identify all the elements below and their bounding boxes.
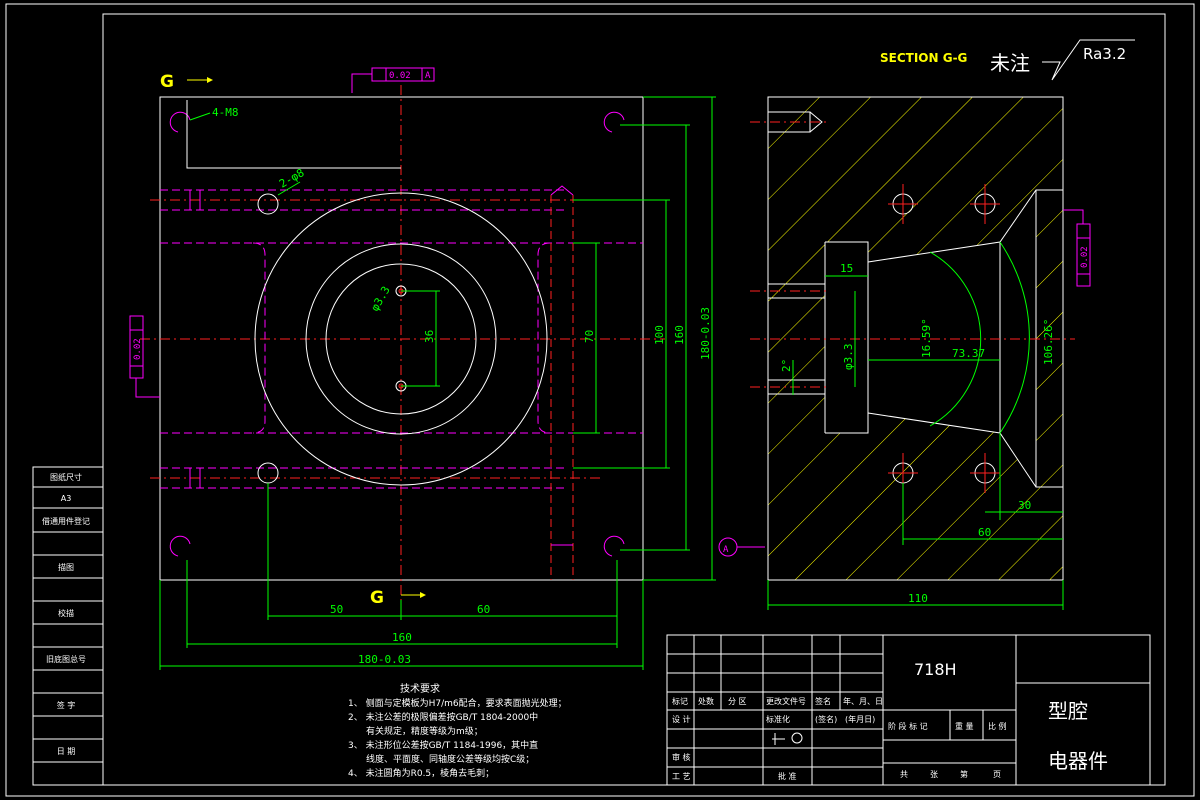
left-col-label-4: 校描 xyxy=(58,608,74,618)
dim-100: 100 xyxy=(653,325,666,345)
tech-req-line-4: 3、 未注形位公差按GB/T 1184-1996，其中直 xyxy=(348,739,538,751)
material-label: 718H xyxy=(914,660,957,679)
sheets-label-2: 第 xyxy=(960,769,968,779)
section-mark-top: G xyxy=(160,72,174,92)
front-dimensions: 36 φ3.3 70 100 160 180-0.03 50 60 160 18… xyxy=(159,96,716,670)
sheets-label-3: 页 xyxy=(993,770,1001,779)
tech-req-line-2: 2、 未注公差的极限偏差按GB/T 1804-2000中 xyxy=(348,711,538,723)
tech-req-line-6: 4、 未注圆角为R0.5，棱角去毛刺； xyxy=(348,767,494,779)
dim-36: 36 xyxy=(423,330,436,343)
dim-160-vertical: 160 xyxy=(673,325,686,345)
stage-col-2: 比 例 xyxy=(988,721,1007,731)
roughness-note-label: 未注 xyxy=(990,51,1030,75)
sec-dim-15: 15 xyxy=(840,262,853,275)
sec-dim-30: 30 xyxy=(1018,499,1031,512)
tech-req-title: 技术要求 xyxy=(400,682,440,695)
section-title: SECTION G-G xyxy=(880,51,967,65)
row-header-1: 处数 xyxy=(698,696,714,706)
dim-160-horizontal: 160 xyxy=(392,631,412,644)
sheets-label-0: 共 xyxy=(900,770,908,779)
row-header-5: 年、月、日 xyxy=(843,696,883,706)
left-col-label-2: 借通用件登记 xyxy=(42,516,90,526)
tolerance-top-datum: A xyxy=(425,71,431,81)
sec-dim-angle-small: 2° xyxy=(780,359,793,372)
dim-50: 50 xyxy=(330,603,343,616)
tech-req-line-3: 有关规定，精度等级为m级； xyxy=(348,725,483,737)
row-header-4: 签名 xyxy=(815,696,831,706)
section-mark-bottom: G xyxy=(370,588,384,608)
sec-dim-hole: φ3.3 xyxy=(842,344,855,371)
sec-dim-60: 60 xyxy=(978,526,991,539)
left-info-column: 图纸尺寸 A3 借通用件登记 描图 校描 旧底图总号 签 字 日 期 xyxy=(32,466,104,786)
left-col-label-7: 日 期 xyxy=(57,747,76,756)
front-view: G G 4-M8 2-φ8 0.02 A 0.02 A xyxy=(129,67,765,608)
dim-180-horizontal: 180-0.03 xyxy=(358,653,411,666)
review-label: 审 核 xyxy=(672,752,691,762)
technical-requirements: 技术要求 1、 侧面与定模板为H7/m6配合，要求表面抛光处理； 2、 未注公差… xyxy=(348,682,567,779)
tech-req-line-5: 线度、平面度、同轴度公差等级均按C级； xyxy=(348,753,534,765)
roughness-value: Ra3.2 xyxy=(1083,45,1126,63)
drawing-canvas: 图纸尺寸 A3 借通用件登记 描图 校描 旧底图总号 签 字 日 期 G G 4… xyxy=(5,3,1195,797)
row-header-0: 标记 xyxy=(672,696,688,706)
design-label: 设 计 xyxy=(672,714,691,724)
left-col-label-3: 描图 xyxy=(58,562,74,572)
part-name: 型腔 xyxy=(1048,699,1088,723)
approve-label: 批 准 xyxy=(778,771,797,781)
dim-180-vertical: 180-0.03 xyxy=(699,307,712,360)
sec-dim-angle-1: 16.59° xyxy=(920,318,933,358)
row-header-3: 更改文件号 xyxy=(766,696,806,706)
left-col-label-5: 旧底图总号 xyxy=(46,654,86,664)
tolerance-top-value: 0.02 xyxy=(389,71,411,81)
tech-req-line-1: 1、 侧面与定模板为H7/m6配合，要求表面抛光处理； xyxy=(348,697,567,709)
datum-bubble-label: A xyxy=(723,545,729,555)
title-block: 718H 型腔 电器件 标记 处数 分 区 更改文件号 签名 年、月、日 设 计… xyxy=(666,634,1151,786)
stage-col-1: 重 量 xyxy=(955,721,974,731)
standard-label: 标准化 xyxy=(766,714,790,724)
tolerance-right-value: 0.02 xyxy=(1080,246,1090,268)
left-col-label-0: 图纸尺寸 xyxy=(50,472,82,482)
row-header-2: 分 区 xyxy=(728,697,747,706)
process-label: 工 艺 xyxy=(672,772,691,781)
dim-70: 70 xyxy=(583,330,596,343)
left-col-label-6: 签 字 xyxy=(57,700,76,710)
sign-label: (签名) xyxy=(815,714,837,724)
sec-dim-73-37: 73.37 xyxy=(952,347,985,360)
sec-dim-angle-2: 106.26° xyxy=(1042,319,1055,365)
tolerance-left-value: 0.02 xyxy=(133,338,143,360)
date-label: (年月日) xyxy=(845,714,875,724)
stage-col-0: 阶 段 标 记 xyxy=(888,721,928,731)
dim-60: 60 xyxy=(477,603,490,616)
sheets-label-1: 张 xyxy=(930,770,938,779)
sec-dim-110: 110 xyxy=(908,592,928,605)
callout-corner-holes: 4-M8 xyxy=(212,106,239,119)
product-name: 电器件 xyxy=(1048,749,1108,773)
dim-hole-3-3: φ3.3 xyxy=(368,284,393,313)
left-col-label-1: A3 xyxy=(61,494,72,503)
